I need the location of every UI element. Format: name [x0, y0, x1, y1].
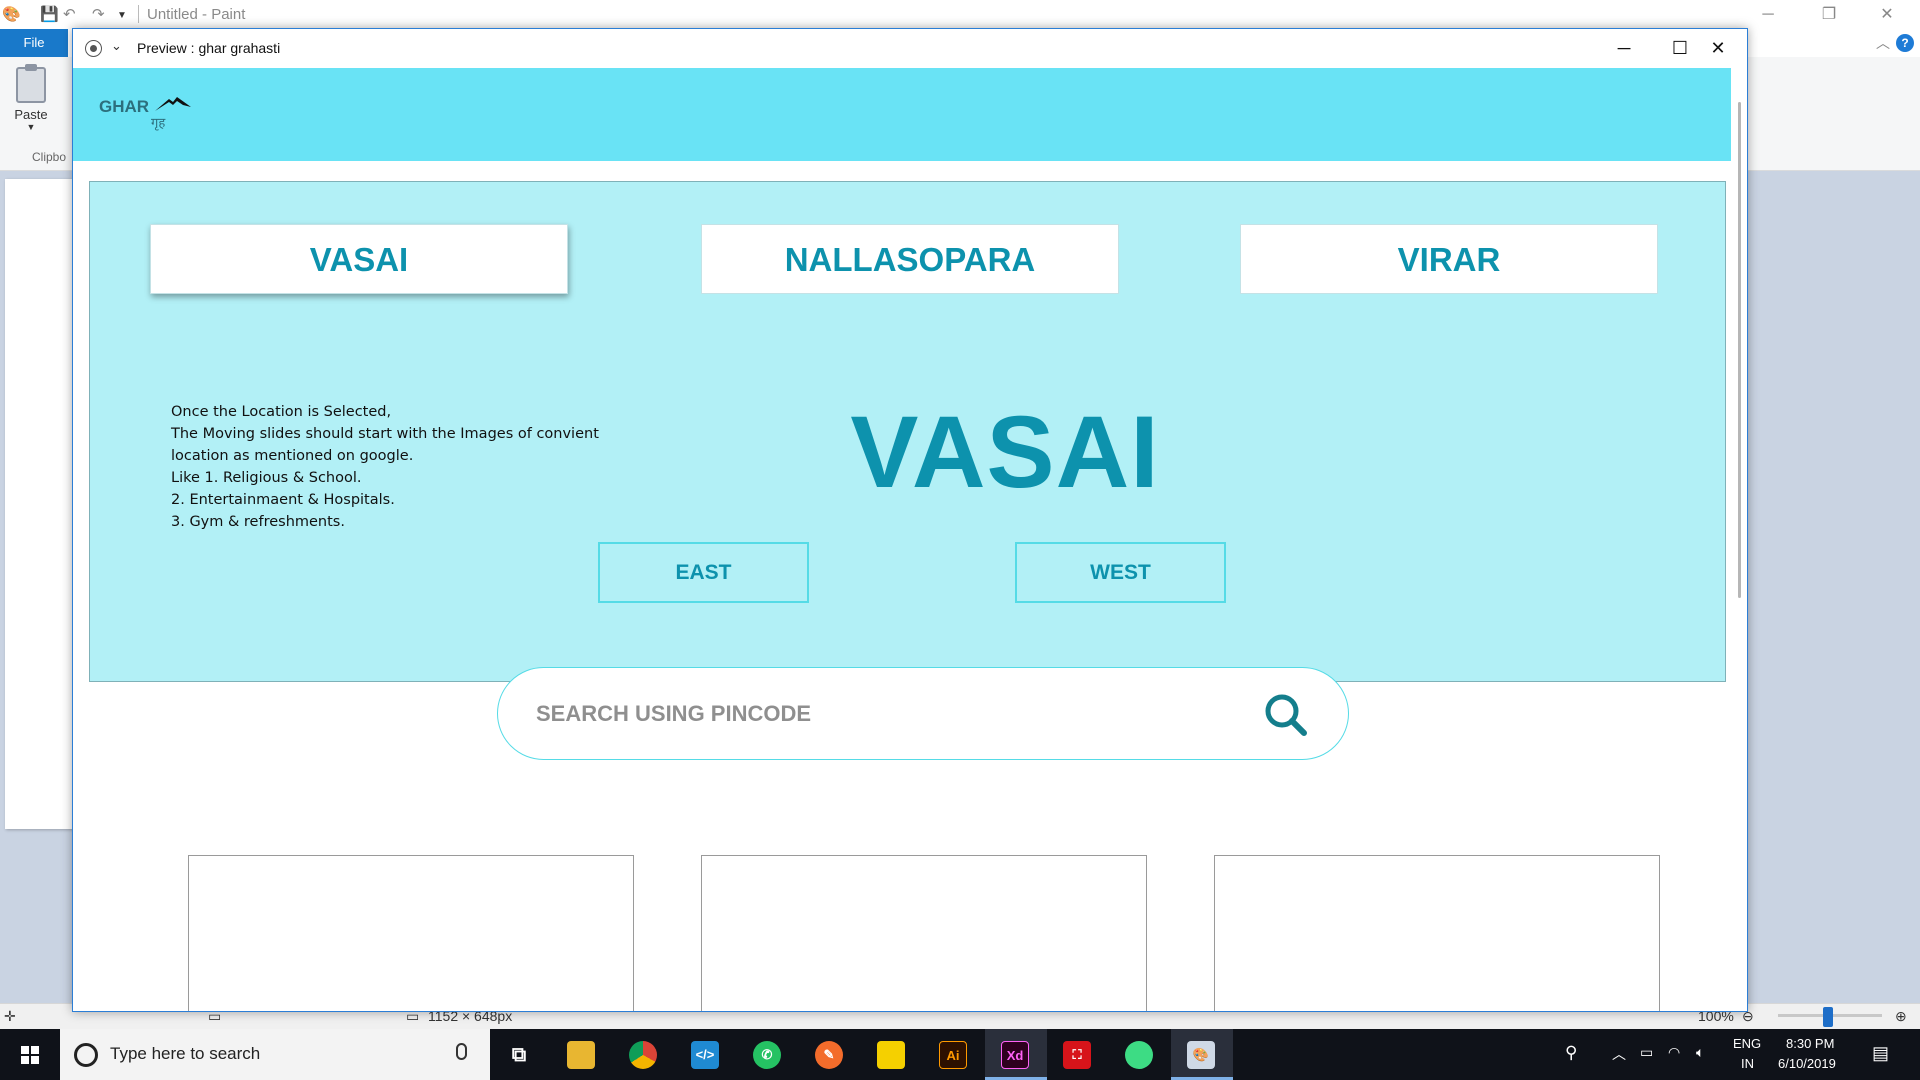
help-icon[interactable]: ?: [1896, 34, 1914, 52]
image-card[interactable]: [701, 855, 1147, 1011]
taskbar-android-studio[interactable]: [1109, 1029, 1171, 1080]
vscode-icon: </>: [691, 1041, 719, 1069]
instruction-line: The Moving slides should start with the …: [171, 426, 599, 442]
instruction-line: Once the Location is Selected,: [171, 404, 392, 420]
pen-app-icon: ✎: [815, 1041, 843, 1069]
location-button-nallasopara[interactable]: NALLASOPARA: [701, 224, 1119, 294]
paint-canvas[interactable]: [5, 179, 73, 829]
paint-titlebar: 🎨 💾 ↶ ↷ ▼ Untitled - Paint ─ ❐ ✕: [0, 0, 1920, 29]
collapse-ribbon-icon[interactable]: ︿: [1876, 33, 1890, 53]
sticky-notes-icon: [877, 1041, 905, 1069]
preview-window: ⌄ Preview : ghar grahasti ─ ☐ ✕ GHAR गृह…: [72, 28, 1748, 1012]
action-center-icon[interactable]: ▤: [1872, 1043, 1889, 1064]
paint-minimize-button[interactable]: ─: [1745, 0, 1791, 29]
app-header: GHAR गृह: [73, 68, 1733, 161]
paste-button[interactable]: Paste ▼: [8, 63, 54, 143]
whatsapp-icon: ✆: [753, 1041, 781, 1069]
task-view-icon: ⧉: [511, 1044, 527, 1066]
wifi-icon[interactable]: ◠: [1668, 1044, 1680, 1061]
zoom-slider-thumb[interactable]: [1823, 1007, 1833, 1027]
show-hidden-icons-icon[interactable]: ︿: [1612, 1044, 1626, 1064]
redo-icon[interactable]: ↷: [92, 5, 105, 23]
battery-icon[interactable]: ▭: [1640, 1044, 1653, 1061]
taskbar-search-box[interactable]: Type here to search: [60, 1029, 490, 1080]
taskbar-whatsapp[interactable]: ✆: [737, 1029, 799, 1080]
xd-icon: Xd: [1001, 1041, 1029, 1069]
language-indicator[interactable]: ENG: [1733, 1036, 1761, 1051]
clipboard-icon: [16, 64, 46, 103]
taskbar-sticky-notes[interactable]: [861, 1029, 923, 1080]
clipboard-group-label: Clipbo: [32, 150, 67, 164]
paint-window-title: Untitled - Paint: [147, 6, 246, 23]
acrobat-icon: ⛶: [1063, 1041, 1091, 1069]
titlebar-separator: [138, 5, 139, 23]
people-icon[interactable]: ⚲: [1565, 1043, 1577, 1063]
folder-icon: [567, 1041, 595, 1069]
direction-button-west[interactable]: WEST: [1015, 542, 1226, 603]
illustrator-icon: Ai: [939, 1041, 967, 1069]
paste-dropdown-icon[interactable]: ▼: [8, 122, 54, 132]
clock-time[interactable]: 8:30 PM: [1786, 1036, 1834, 1051]
paint-icon: 🎨: [1187, 1041, 1215, 1069]
instruction-line: location as mentioned on google.: [171, 448, 414, 464]
microphone-icon[interactable]: [456, 1043, 467, 1060]
taskbar-acrobat[interactable]: ⛶: [1047, 1029, 1109, 1080]
cortana-icon: [74, 1043, 98, 1067]
preview-scrollbar[interactable]: [1731, 68, 1747, 1011]
logo-hindi-text: गृह: [151, 115, 166, 130]
clock-date[interactable]: 6/10/2019: [1778, 1056, 1836, 1071]
location-button-vasai[interactable]: VASAI: [150, 224, 568, 294]
logo[interactable]: GHAR गृह: [99, 97, 199, 137]
paste-label: Paste: [14, 107, 48, 122]
taskbar-chrome[interactable]: [613, 1029, 675, 1080]
start-button[interactable]: [0, 1029, 60, 1080]
taskbar: Type here to search ⧉ </> ✆ ✎ Ai Xd ⛶ 🎨 …: [0, 1029, 1920, 1080]
instruction-line: Like 1. Religious & School.: [171, 470, 362, 486]
move-cursor-icon: ✛: [4, 1008, 16, 1024]
undo-icon[interactable]: ↶: [63, 5, 76, 23]
chevron-down-icon[interactable]: ⌄: [111, 38, 122, 54]
record-icon[interactable]: [85, 40, 102, 57]
preview-title: Preview : ghar grahasti: [137, 40, 281, 56]
zoom-in-icon[interactable]: ⊕: [1895, 1008, 1907, 1025]
location-button-virar[interactable]: VIRAR: [1240, 224, 1658, 294]
taskbar-search-placeholder: Type here to search: [110, 1044, 261, 1063]
chrome-icon: [629, 1041, 657, 1069]
paint-restore-button[interactable]: ❐: [1806, 0, 1852, 29]
direction-button-east[interactable]: EAST: [598, 542, 809, 603]
pincode-search-bar: [497, 667, 1349, 760]
preview-minimize-button[interactable]: ─: [1596, 29, 1652, 68]
pincode-search-input[interactable]: [536, 694, 1236, 734]
preview-scroll-thumb[interactable]: [1738, 102, 1741, 598]
prototype-page: GHAR गृह VASAI NALLASOPARA VIRAR Once th…: [73, 68, 1733, 1011]
windows-logo-icon: [21, 1046, 39, 1064]
preview-titlebar: ⌄ Preview : ghar grahasti ─ ☐ ✕: [73, 29, 1747, 68]
instruction-line: 3. Gym & refreshments.: [171, 514, 345, 530]
instruction-note: Once the Location is Selected, The Movin…: [171, 401, 611, 533]
volume-icon[interactable]: 🔈︎: [1696, 1044, 1704, 1061]
image-card[interactable]: [188, 855, 634, 1011]
taskbar-vscode[interactable]: </>: [675, 1029, 737, 1080]
preview-close-button[interactable]: ✕: [1690, 29, 1746, 68]
location-panel: VASAI NALLASOPARA VIRAR Once the Locatio…: [89, 181, 1726, 682]
region-indicator[interactable]: IN: [1741, 1056, 1754, 1071]
customize-quick-access-icon[interactable]: ▼: [117, 10, 127, 21]
paint-close-button[interactable]: ✕: [1864, 0, 1910, 29]
taskbar-orange-app[interactable]: ✎: [799, 1029, 861, 1080]
logo-text: GHAR: [99, 97, 150, 116]
taskbar-illustrator[interactable]: Ai: [923, 1029, 985, 1080]
taskbar-file-explorer[interactable]: [551, 1029, 613, 1080]
taskbar-paint[interactable]: 🎨: [1171, 1029, 1233, 1080]
image-card[interactable]: [1214, 855, 1660, 1011]
search-icon[interactable]: [1261, 690, 1311, 740]
task-view-button[interactable]: ⧉: [489, 1029, 551, 1080]
paint-app-icon: 🎨: [2, 6, 21, 23]
save-icon[interactable]: 💾: [40, 5, 59, 23]
instruction-line: 2. Entertainmaent & Hospitals.: [171, 492, 395, 508]
house-roof-icon: [155, 97, 191, 111]
android-studio-icon: [1125, 1041, 1153, 1069]
selected-location-title: VASAI: [850, 395, 1160, 509]
file-tab[interactable]: File: [0, 29, 68, 57]
taskbar-xd[interactable]: Xd: [985, 1029, 1047, 1080]
